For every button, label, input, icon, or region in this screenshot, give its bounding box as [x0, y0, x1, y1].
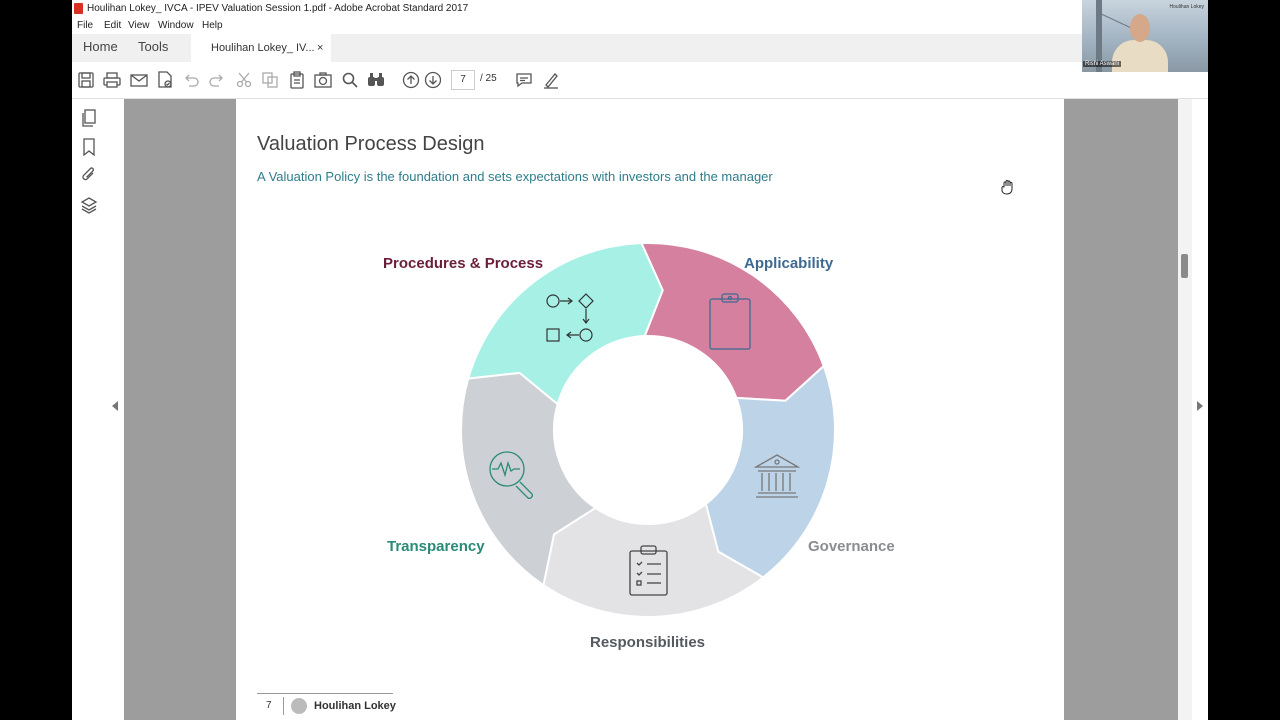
page-number-input[interactable]: 7	[451, 70, 475, 90]
webcam-brand: Houlihan Lokey	[1169, 4, 1204, 10]
chevron-right-icon	[1197, 401, 1203, 411]
attachment-icon[interactable]	[80, 166, 98, 184]
valuation-donut-diagram	[460, 242, 836, 618]
footer-brand: Houlihan Lokey	[314, 700, 396, 712]
pages-icon[interactable]	[80, 109, 98, 127]
layers-icon[interactable]	[80, 196, 98, 214]
right-panel-toggle[interactable]	[1192, 99, 1208, 720]
window-title: Houlihan Lokey_ IVCA - IPEV Valuation Se…	[87, 3, 469, 14]
menu-window[interactable]: Window	[158, 18, 194, 34]
pdf-icon	[74, 3, 83, 14]
presenter-head	[1130, 14, 1150, 42]
close-tab-button[interactable]: ×	[317, 34, 323, 62]
comment-icon[interactable]	[515, 71, 533, 89]
segment-label-applicability: Applicability	[744, 255, 834, 272]
copy-icon[interactable]	[261, 71, 279, 89]
chevron-left-icon	[112, 401, 118, 411]
menu-help[interactable]: Help	[202, 18, 223, 34]
sign-icon[interactable]	[156, 71, 174, 89]
find-icon[interactable]	[367, 71, 385, 89]
search-icon[interactable]	[341, 71, 359, 89]
webcam-overlay: Houlihan Lokey Rishi Aswani	[1082, 0, 1208, 72]
left-panel-toggle[interactable]	[108, 99, 124, 720]
tab-document[interactable]: Houlihan Lokey_ IV... ×	[191, 34, 331, 62]
houlihan-lokey-logo-icon	[291, 698, 307, 714]
vertical-scrollbar[interactable]	[1178, 99, 1192, 720]
bookmark-icon[interactable]	[80, 138, 98, 156]
menu-bar: File Edit View Window Help	[72, 18, 1208, 34]
email-icon[interactable]	[130, 71, 148, 89]
footer-rule	[257, 693, 393, 694]
segment-label-governance: Governance	[808, 538, 895, 555]
next-page-icon[interactable]	[424, 71, 442, 89]
presenter-name: Rishi Aswani	[1083, 61, 1122, 67]
menu-view[interactable]: View	[128, 18, 150, 34]
footer-page-number: 7	[266, 700, 272, 711]
tab-bar: Home Tools Houlihan Lokey_ IV... ×	[72, 34, 1208, 62]
cut-icon[interactable]	[235, 71, 253, 89]
left-navigation-rail	[72, 99, 109, 720]
presenter-body	[1112, 40, 1168, 72]
scrollbar-thumb[interactable]	[1181, 254, 1188, 278]
donut-center	[556, 338, 740, 522]
segment-label-procedures: Procedures & Process	[383, 255, 544, 272]
menu-file[interactable]: File	[77, 18, 93, 34]
menu-edit[interactable]: Edit	[104, 18, 121, 34]
title-bar: Houlihan Lokey_ IVCA - IPEV Valuation Se…	[72, 0, 1208, 18]
save-icon[interactable]	[77, 71, 95, 89]
pdf-page: Valuation Process Design A Valuation Pol…	[236, 99, 1064, 720]
page-total: / 25	[480, 73, 497, 84]
document-viewport[interactable]: Valuation Process Design A Valuation Pol…	[124, 99, 1178, 720]
hand-cursor-icon	[1000, 179, 1016, 200]
prev-page-icon[interactable]	[402, 71, 420, 89]
toolbar: 7 / 25	[72, 62, 1208, 99]
tab-home[interactable]: Home	[83, 39, 118, 54]
tab-tools[interactable]: Tools	[138, 39, 168, 54]
highlight-icon[interactable]	[542, 71, 560, 89]
undo-icon[interactable]	[182, 71, 200, 89]
segment-label-responsibilities: Responsibilities	[590, 634, 706, 651]
footer-divider	[283, 697, 284, 715]
snapshot-icon[interactable]	[314, 71, 332, 89]
segment-label-transparency: Transparency	[387, 538, 485, 555]
acrobat-window: Houlihan Lokey_ IVCA - IPEV Valuation Se…	[72, 0, 1208, 720]
redo-icon[interactable]	[208, 71, 226, 89]
paste-icon[interactable]	[288, 71, 306, 89]
document-tab-label: Houlihan Lokey_ IV...	[211, 42, 315, 54]
print-icon[interactable]	[103, 71, 121, 89]
